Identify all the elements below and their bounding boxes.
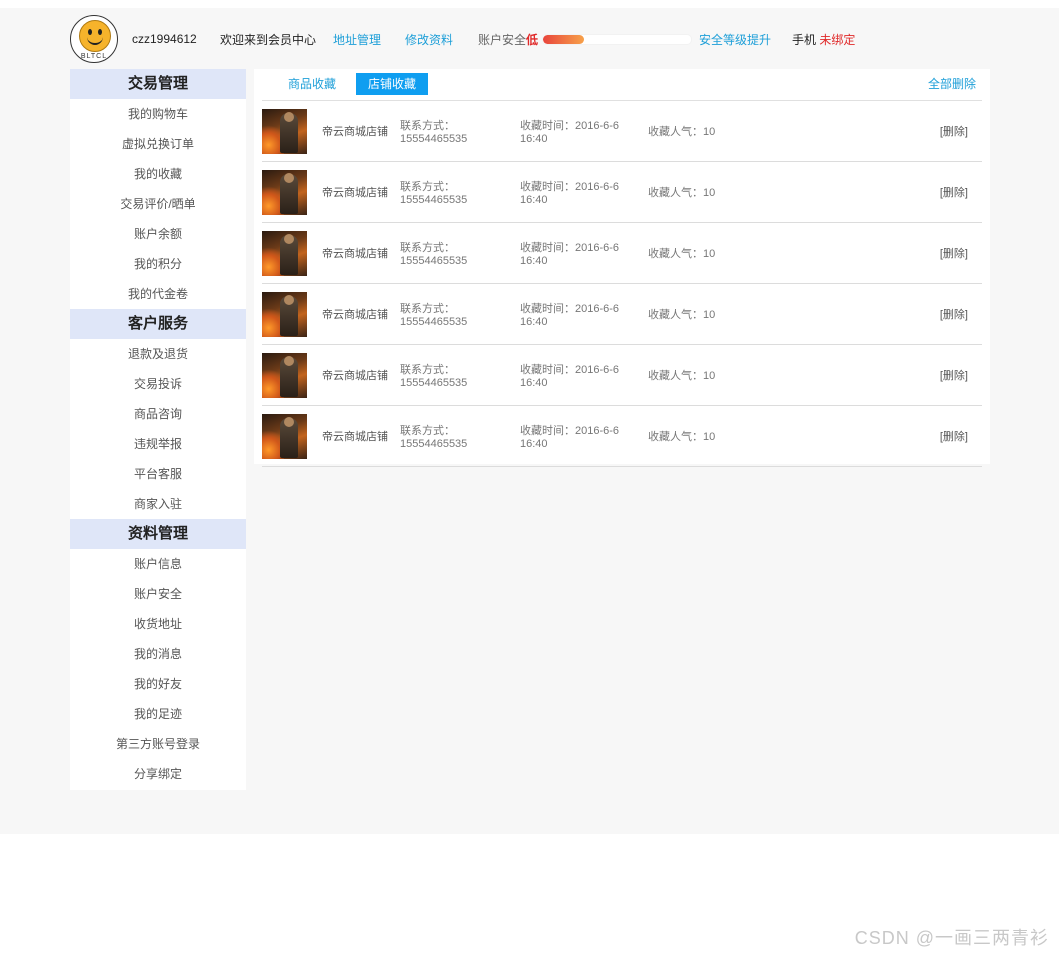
- sidebar-item[interactable]: 违规举报: [70, 429, 246, 459]
- favorites-tabs: 商品收藏 店铺收藏 全部删除: [262, 69, 982, 101]
- favorite-popularity: 收藏人气：10: [648, 248, 716, 260]
- favorite-popularity: 收藏人气：10: [648, 187, 716, 199]
- thumbnail-head: [284, 233, 294, 244]
- security-progress-fill: [543, 34, 585, 44]
- sidebar-item[interactable]: 我的好友: [70, 669, 246, 699]
- phone-status[interactable]: 未绑定: [819, 33, 855, 47]
- shop-contact: 联系方式：15554465535: [400, 364, 468, 389]
- shop-name[interactable]: 帝云商城店铺: [322, 428, 400, 444]
- shop-name[interactable]: 帝云商城店铺: [322, 306, 400, 322]
- favorite-shop-row: 帝云商城店铺 联系方式：15554465535 收藏时间：2016-6-6 16:4…: [262, 345, 982, 406]
- thumbnail-head: [284, 111, 294, 122]
- welcome-text: 欢迎来到会员中心: [220, 32, 317, 47]
- address-management-link[interactable]: 地址管理: [333, 31, 381, 48]
- security-progress-bar: [542, 33, 693, 45]
- sidebar-item[interactable]: 虚拟兑换订单: [70, 129, 246, 159]
- username: czz1994612: [132, 32, 197, 46]
- favorite-shop-row: 帝云商城店铺 联系方式：15554465535 收藏时间：2016-6-6 16:4…: [262, 223, 982, 284]
- favorites-panel: 商品收藏 店铺收藏 全部删除 帝云商城店铺 联系方式：15554465535 收藏时…: [254, 69, 990, 467]
- sidebar-section-title: 资料管理: [70, 519, 246, 549]
- favorite-shop-row: 帝云商城店铺 联系方式：15554465535 收藏时间：2016-6-6 16:4…: [262, 162, 982, 223]
- delete-button[interactable]: [删除]: [940, 123, 968, 139]
- delete-button[interactable]: [删除]: [940, 184, 968, 200]
- smiley-face-icon: [79, 20, 111, 52]
- delete-button[interactable]: [删除]: [940, 367, 968, 383]
- favorite-shop-row: 帝云商城店铺 联系方式：15554465535 收藏时间：2016-6-6 16:4…: [262, 101, 982, 162]
- delete-button[interactable]: [删除]: [940, 428, 968, 444]
- favorite-time: 收藏时间：2016-6-6 16:40: [520, 303, 620, 328]
- sidebar-section-title: 交易管理: [70, 69, 246, 99]
- sidebar-item[interactable]: 第三方账号登录: [70, 729, 246, 759]
- sidebar-menu: 交易管理 我的购物车 虚拟兑换订单 我的收藏 交易评价/晒单 账户余额 我的积分 我的代金卷客…: [70, 69, 246, 790]
- shop-contact: 联系方式：15554465535: [400, 120, 468, 145]
- security-level: 低: [526, 32, 539, 47]
- shop-thumbnail[interactable]: [262, 413, 307, 459]
- favorite-time: 收藏时间：2016-6-6 16:40: [520, 242, 620, 267]
- phone-binding[interactable]: 手机 未绑定: [792, 31, 855, 48]
- sidebar-section-title: 客户服务: [70, 309, 246, 339]
- shop-name[interactable]: 帝云商城店铺: [322, 367, 400, 383]
- sidebar-item[interactable]: 退款及退货: [70, 339, 246, 369]
- shop-thumbnail[interactable]: [262, 108, 307, 154]
- shop-contact: 联系方式：15554465535: [400, 303, 468, 328]
- watermark: CSDN @一画三两青衫: [854, 928, 1049, 948]
- sidebar-item[interactable]: 账户余额: [70, 219, 246, 249]
- favorite-popularity: 收藏人气：10: [648, 431, 716, 443]
- sidebar-item[interactable]: 收货地址: [70, 609, 246, 639]
- favorite-popularity: 收藏人气：10: [648, 309, 716, 321]
- sidebar-item[interactable]: 我的足迹: [70, 699, 246, 729]
- favorite-time: 收藏时间：2016-6-6 16:40: [520, 425, 620, 450]
- shop-thumbnail[interactable]: [262, 291, 307, 337]
- sidebar-item[interactable]: 我的积分: [70, 249, 246, 279]
- account-security: 账户安全 低: [478, 31, 693, 48]
- tab-product-favorites[interactable]: 商品收藏: [276, 73, 348, 95]
- mouth: [87, 35, 103, 45]
- shop-contact: 联系方式：15554465535: [400, 242, 468, 267]
- avatar-logo-text: BLTCL: [80, 53, 108, 60]
- sidebar-item[interactable]: 商家入驻: [70, 489, 246, 519]
- sidebar-item[interactable]: 商品咨询: [70, 399, 246, 429]
- member-header: BLTCL czz1994612 欢迎来到会员中心 地址管理 修改资料 账户安全…: [70, 14, 990, 64]
- thumbnail-head: [284, 294, 294, 305]
- shop-thumbnail[interactable]: [262, 352, 307, 398]
- shop-name[interactable]: 帝云商城店铺: [322, 245, 400, 261]
- shop-thumbnail[interactable]: [262, 169, 307, 215]
- thumbnail-head: [284, 355, 294, 366]
- edit-profile-link[interactable]: 修改资料: [405, 31, 453, 48]
- favorite-time: 收藏时间：2016-6-6 16:40: [520, 120, 620, 145]
- thumbnail-head: [284, 172, 294, 183]
- sidebar-item[interactable]: 平台客服: [70, 459, 246, 489]
- shop-contact: 联系方式：15554465535: [400, 181, 468, 206]
- favorite-shop-row: 帝云商城店铺 联系方式：15554465535 收藏时间：2016-6-6 16:4…: [262, 284, 982, 345]
- shop-contact: 联系方式：15554465535: [400, 425, 468, 450]
- shop-name[interactable]: 帝云商城店铺: [322, 123, 400, 139]
- favorite-popularity: 收藏人气：10: [648, 370, 716, 382]
- sidebar-item[interactable]: 账户信息: [70, 549, 246, 579]
- sidebar-item[interactable]: 交易评价/晒单: [70, 189, 246, 219]
- thumbnail-head: [284, 416, 294, 427]
- sidebar-item[interactable]: 我的消息: [70, 639, 246, 669]
- sidebar-item[interactable]: 账户安全: [70, 579, 246, 609]
- avatar[interactable]: BLTCL: [70, 15, 118, 63]
- favorite-time: 收藏时间：2016-6-6 16:40: [520, 181, 620, 206]
- favorite-shop-row: 帝云商城店铺 联系方式：15554465535 收藏时间：2016-6-6 16:4…: [262, 406, 982, 467]
- sidebar-item[interactable]: 我的代金卷: [70, 279, 246, 309]
- security-label: 账户安全: [478, 32, 527, 47]
- delete-button[interactable]: [删除]: [940, 306, 968, 322]
- shop-name[interactable]: 帝云商城店铺: [322, 184, 400, 200]
- favorite-popularity: 收藏人气：10: [648, 126, 716, 138]
- sidebar-item[interactable]: 分享绑定: [70, 759, 246, 789]
- sidebar-item[interactable]: 我的收藏: [70, 159, 246, 189]
- sidebar-item[interactable]: 交易投诉: [70, 369, 246, 399]
- delete-button[interactable]: [删除]: [940, 245, 968, 261]
- favorite-time: 收藏时间：2016-6-6 16:40: [520, 364, 620, 389]
- shop-thumbnail[interactable]: [262, 230, 307, 276]
- favorite-shops-list: 帝云商城店铺 联系方式：15554465535 收藏时间：2016-6-6 16:4…: [254, 101, 990, 467]
- tab-shop-favorites[interactable]: 店铺收藏: [356, 73, 428, 95]
- sidebar-item[interactable]: 我的购物车: [70, 99, 246, 129]
- security-upgrade-link[interactable]: 安全等级提升: [699, 31, 771, 48]
- phone-label: 手机: [792, 32, 817, 47]
- delete-all-button[interactable]: 全部删除: [928, 73, 976, 95]
